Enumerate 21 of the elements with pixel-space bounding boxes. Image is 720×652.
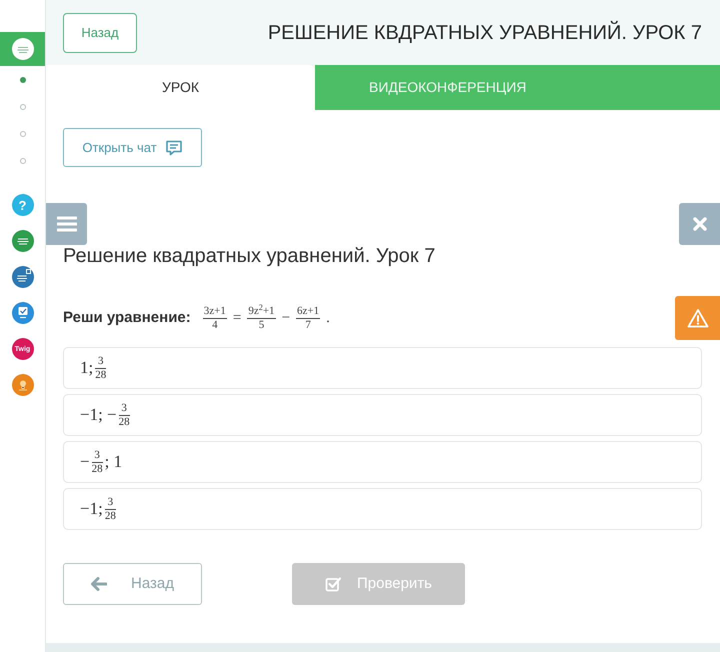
app-logo-icon[interactable] [12, 230, 34, 252]
close-button[interactable] [679, 203, 720, 245]
app-logo-icon[interactable] [12, 374, 34, 396]
back-button[interactable]: Назад [63, 12, 137, 52]
arrow-left-icon [91, 577, 107, 591]
checkbox-icon [324, 576, 341, 592]
tab[interactable]: УРОК [46, 65, 315, 110]
menu-icon [56, 216, 76, 232]
warning-icon [686, 308, 708, 328]
app-logo-icon[interactable] [12, 266, 34, 288]
app-logo-icon[interactable] [12, 302, 34, 324]
lesson-title: Решение квадратных уравнений. Урок 7 [62, 245, 436, 267]
open-chat-button[interactable]: Открыть чат [63, 128, 202, 167]
page-title: РЕШЕНИЕ КВДРАТНЫХ УРАВНЕНИЙ. УРОК 7 [268, 20, 702, 46]
menu-button[interactable] [46, 203, 87, 245]
circle-logo-icon[interactable] [12, 38, 34, 60]
question-label: Реши уравнение: [63, 308, 191, 328]
warning-button[interactable] [675, 296, 720, 340]
chat-icon [164, 138, 183, 156]
back-button[interactable]: Назад [63, 563, 202, 605]
close-icon [692, 217, 706, 231]
